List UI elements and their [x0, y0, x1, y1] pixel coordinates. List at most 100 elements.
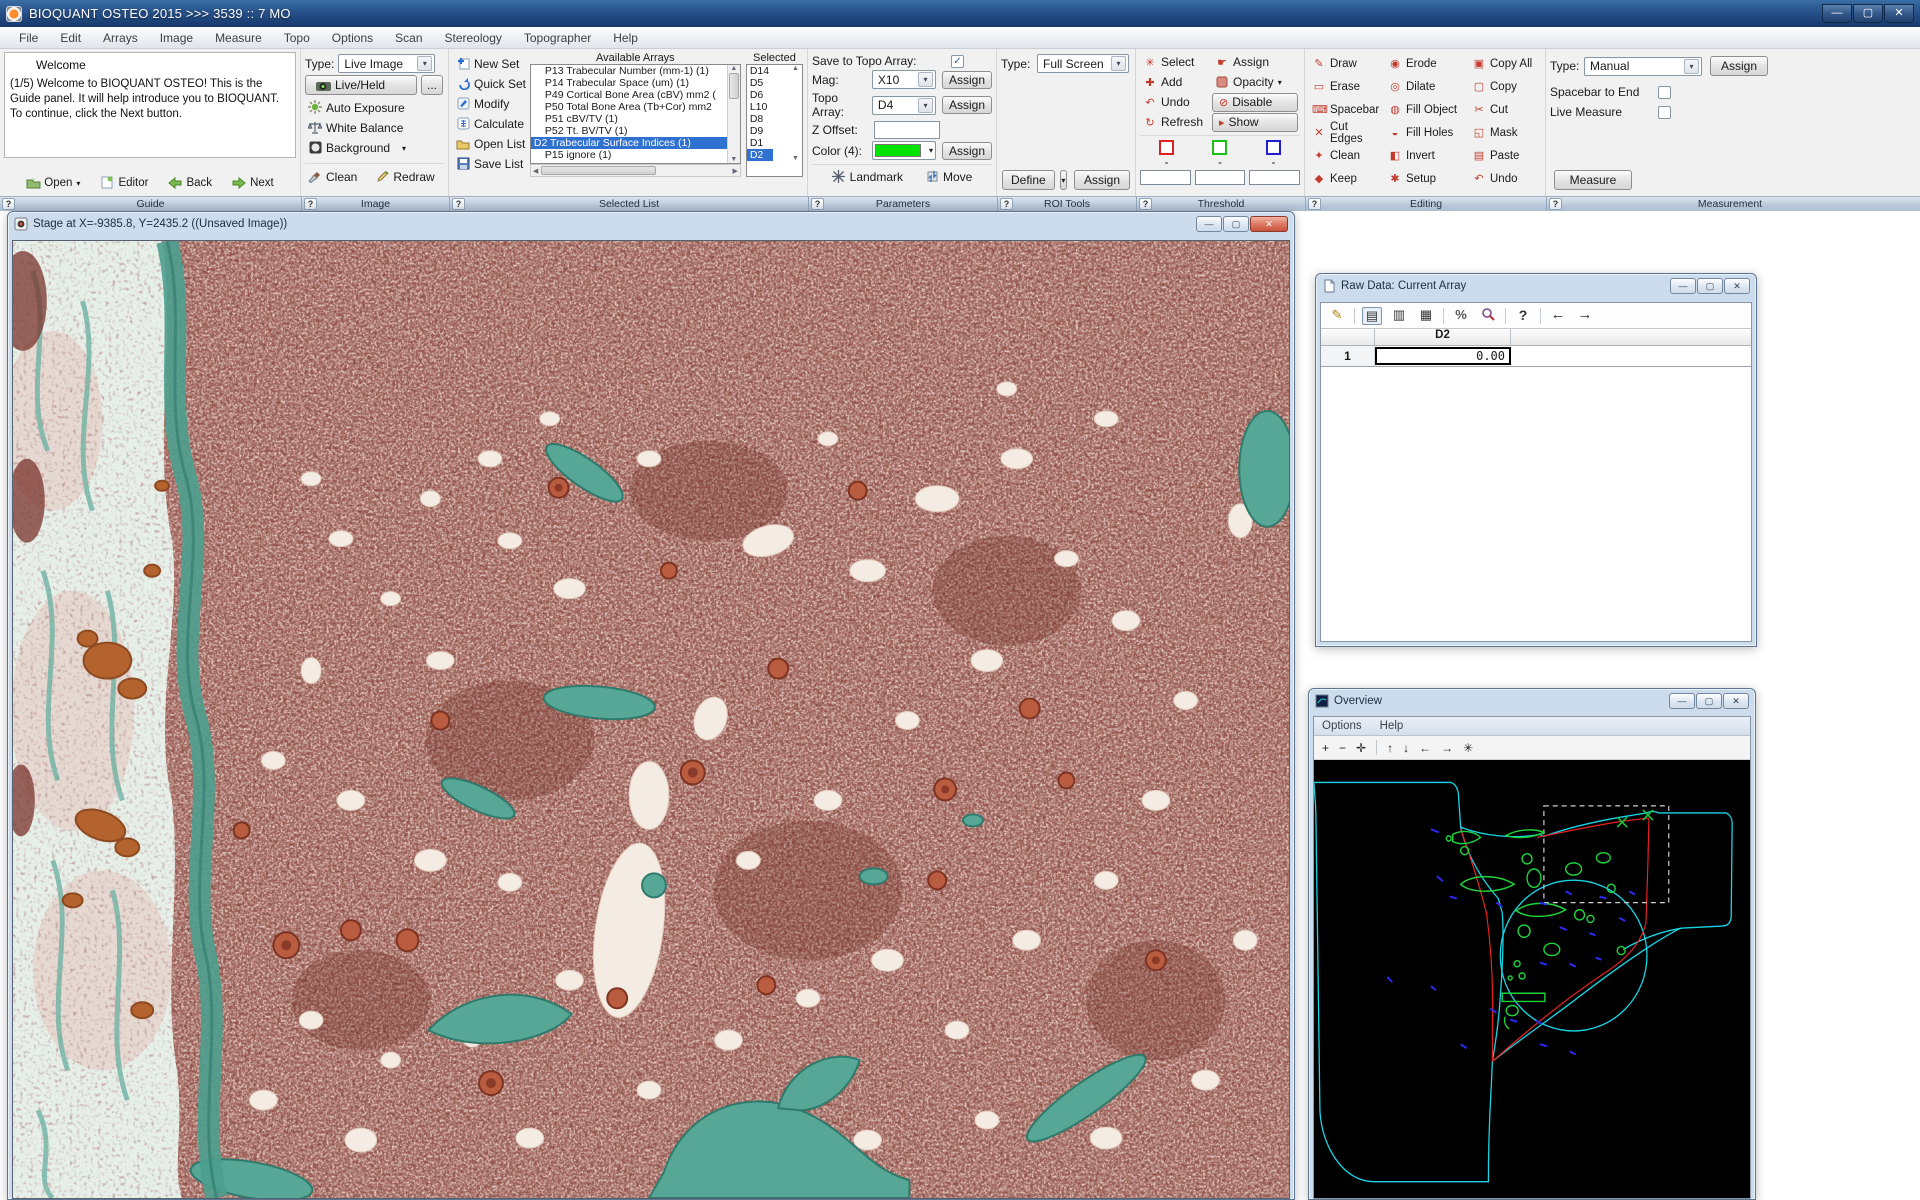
stage-minimize-button[interactable]: — — [1196, 216, 1222, 232]
help-icon[interactable]: ? — [2, 198, 15, 210]
available-hscrollbar[interactable]: ◀ ▶ — [530, 164, 741, 177]
raw-data-minimize-button[interactable]: — — [1670, 278, 1696, 294]
list-item[interactable]: P52 Tt. BV/TV (1) — [531, 125, 740, 137]
back-button[interactable]: Back — [165, 176, 215, 191]
chevron-down-icon[interactable]: ▾ — [417, 56, 432, 71]
invert-button[interactable]: ◧Invert — [1385, 148, 1469, 163]
overview-minimize-button[interactable]: — — [1669, 693, 1695, 709]
topo-assign-button[interactable]: Assign — [942, 96, 992, 114]
overview-canvas[interactable] — [1314, 760, 1750, 1198]
topo-array-combo[interactable]: D4▾ — [872, 96, 936, 115]
threshold-select-button[interactable]: ✳Select — [1140, 54, 1212, 70]
multi-list-view-icon[interactable]: ▥ — [1389, 307, 1409, 325]
paste-button[interactable]: ▤Paste — [1469, 148, 1541, 163]
editor-button[interactable]: Editor — [97, 175, 151, 191]
save-list-button[interactable]: Save List — [453, 156, 526, 172]
overview-maximize-button[interactable]: ▢ — [1696, 693, 1722, 709]
menu-help[interactable]: Help — [602, 29, 649, 47]
move-left-icon[interactable]: ← — [1419, 741, 1431, 755]
green-channel-swatch[interactable] — [1212, 140, 1227, 155]
selected-scrollbar[interactable]: ▲ ▼ — [789, 65, 802, 176]
more-button[interactable]: ... — [421, 75, 443, 95]
list-item[interactable]: P51 cBV/TV (1) — [531, 113, 740, 125]
menu-measure[interactable]: Measure — [204, 29, 273, 47]
list-item[interactable]: P15 ignore (1) — [531, 149, 740, 161]
save-topo-checkbox[interactable]: ✓ — [951, 55, 964, 68]
mag-combo[interactable]: X10▾ — [872, 70, 936, 89]
list-item[interactable]: P49 Cortical Bone Area (cBV) mm2 ( — [531, 89, 740, 101]
scroll-right-icon[interactable]: ▶ — [730, 167, 739, 175]
quick-set-button[interactable]: Quick Set — [453, 76, 529, 92]
single-list-view-icon[interactable]: ▤ — [1362, 307, 1382, 325]
opacity-dropdown-icon[interactable]: ▾ — [1278, 78, 1282, 87]
copy-button[interactable]: ▢Copy — [1469, 79, 1541, 94]
calculate-button[interactable]: Calculate — [453, 116, 527, 132]
undo-edit-button[interactable]: ↶Undo — [1469, 171, 1541, 186]
menu-topo[interactable]: Topo — [273, 29, 321, 47]
close-button[interactable]: ✕ — [1884, 4, 1914, 23]
blue-channel-swatch[interactable] — [1266, 140, 1281, 155]
open-dropdown-icon[interactable]: ▾ — [76, 179, 80, 188]
column-header[interactable]: D2 — [1375, 329, 1511, 345]
help-icon[interactable]: ? — [452, 198, 465, 210]
raw-data-close-button[interactable]: ✕ — [1724, 278, 1750, 294]
help-icon[interactable]: ? — [811, 198, 824, 210]
keep-button[interactable]: ◆Keep — [1309, 171, 1385, 186]
erode-button[interactable]: ◉Erode — [1385, 56, 1469, 71]
threshold-assign-button[interactable]: ☛Assign — [1212, 54, 1298, 70]
available-scrollbar[interactable]: ▲ ▼ — [727, 65, 740, 163]
measure-type-combo[interactable]: Manual▾ — [1584, 57, 1702, 76]
cut-edges-button[interactable]: ✕Cut Edges — [1309, 120, 1385, 146]
blue-channel-input[interactable] — [1249, 170, 1300, 185]
hscroll-thumb[interactable] — [541, 166, 656, 175]
background-dropdown-icon[interactable]: ▾ — [402, 144, 406, 153]
scroll-up-icon[interactable]: ▲ — [728, 65, 740, 72]
scroll-left-icon[interactable]: ◀ — [531, 167, 540, 175]
help-icon[interactable]: ? — [1000, 198, 1013, 210]
overview-close-button[interactable]: ✕ — [1723, 693, 1749, 709]
draw-button[interactable]: ✎Draw — [1309, 56, 1385, 71]
list-item-selected[interactable]: D2 — [747, 149, 773, 161]
help-icon[interactable]: ? — [1139, 198, 1152, 210]
redraw-button[interactable]: Redraw — [372, 169, 437, 185]
auto-exposure-button[interactable]: Auto Exposure — [305, 99, 408, 116]
live-held-button[interactable]: Live/Held — [305, 75, 417, 95]
restore-button[interactable]: ▢ — [1853, 4, 1883, 23]
stage-close-button[interactable]: ✕ — [1250, 216, 1288, 232]
previous-record-icon[interactable]: ← — [1548, 307, 1568, 325]
stage-image[interactable] — [12, 240, 1290, 1199]
threshold-opacity-button[interactable]: Opacity▾ — [1212, 74, 1298, 90]
red-channel-swatch[interactable] — [1159, 140, 1174, 155]
scroll-thumb[interactable] — [729, 73, 739, 99]
menu-image[interactable]: Image — [149, 29, 204, 47]
menu-file[interactable]: File — [8, 29, 49, 47]
help-icon[interactable]: ? — [1308, 198, 1321, 210]
scroll-up-icon[interactable]: ▲ — [789, 65, 802, 72]
zoom-in-icon[interactable]: + — [1322, 741, 1329, 755]
clean-button[interactable]: Clean — [305, 169, 360, 185]
next-record-icon[interactable]: → — [1575, 307, 1595, 325]
help-icon[interactable]: ? — [1549, 198, 1562, 210]
threshold-undo-button[interactable]: ↶Undo — [1140, 94, 1212, 110]
roi-type-combo[interactable]: Full Screen▾ — [1037, 54, 1129, 73]
list-item[interactable]: P13 Trabecular Number (mm-1) (1) — [531, 65, 740, 77]
menu-options[interactable]: Options — [321, 29, 384, 47]
mag-assign-button[interactable]: Assign — [942, 71, 992, 89]
open-button[interactable]: Open ▾ — [23, 176, 83, 191]
define-dropdown-button[interactable]: ▾ — [1060, 170, 1067, 190]
red-channel-input[interactable] — [1140, 170, 1191, 185]
zoom-out-icon[interactable]: − — [1339, 741, 1346, 755]
modify-button[interactable]: Modify — [453, 96, 512, 112]
color-combo[interactable]: ▾ — [872, 141, 936, 160]
color-assign-button[interactable]: Assign — [942, 142, 992, 160]
overview-menu-help[interactable]: Help — [1380, 720, 1404, 732]
new-set-button[interactable]: New Set — [453, 56, 522, 72]
menu-edit[interactable]: Edit — [49, 29, 92, 47]
overview-menu-options[interactable]: Options — [1322, 720, 1362, 732]
overview-titlebar[interactable]: Overview — ▢ ✕ — [1309, 689, 1755, 712]
threshold-show-button[interactable]: ▸Show — [1212, 113, 1298, 132]
help-icon[interactable]: ? — [304, 198, 317, 210]
chevron-down-icon[interactable]: ▾ — [918, 98, 933, 113]
list-item[interactable]: P14 Trabecular Space (um) (1) — [531, 77, 740, 89]
menu-scan[interactable]: Scan — [384, 29, 433, 47]
